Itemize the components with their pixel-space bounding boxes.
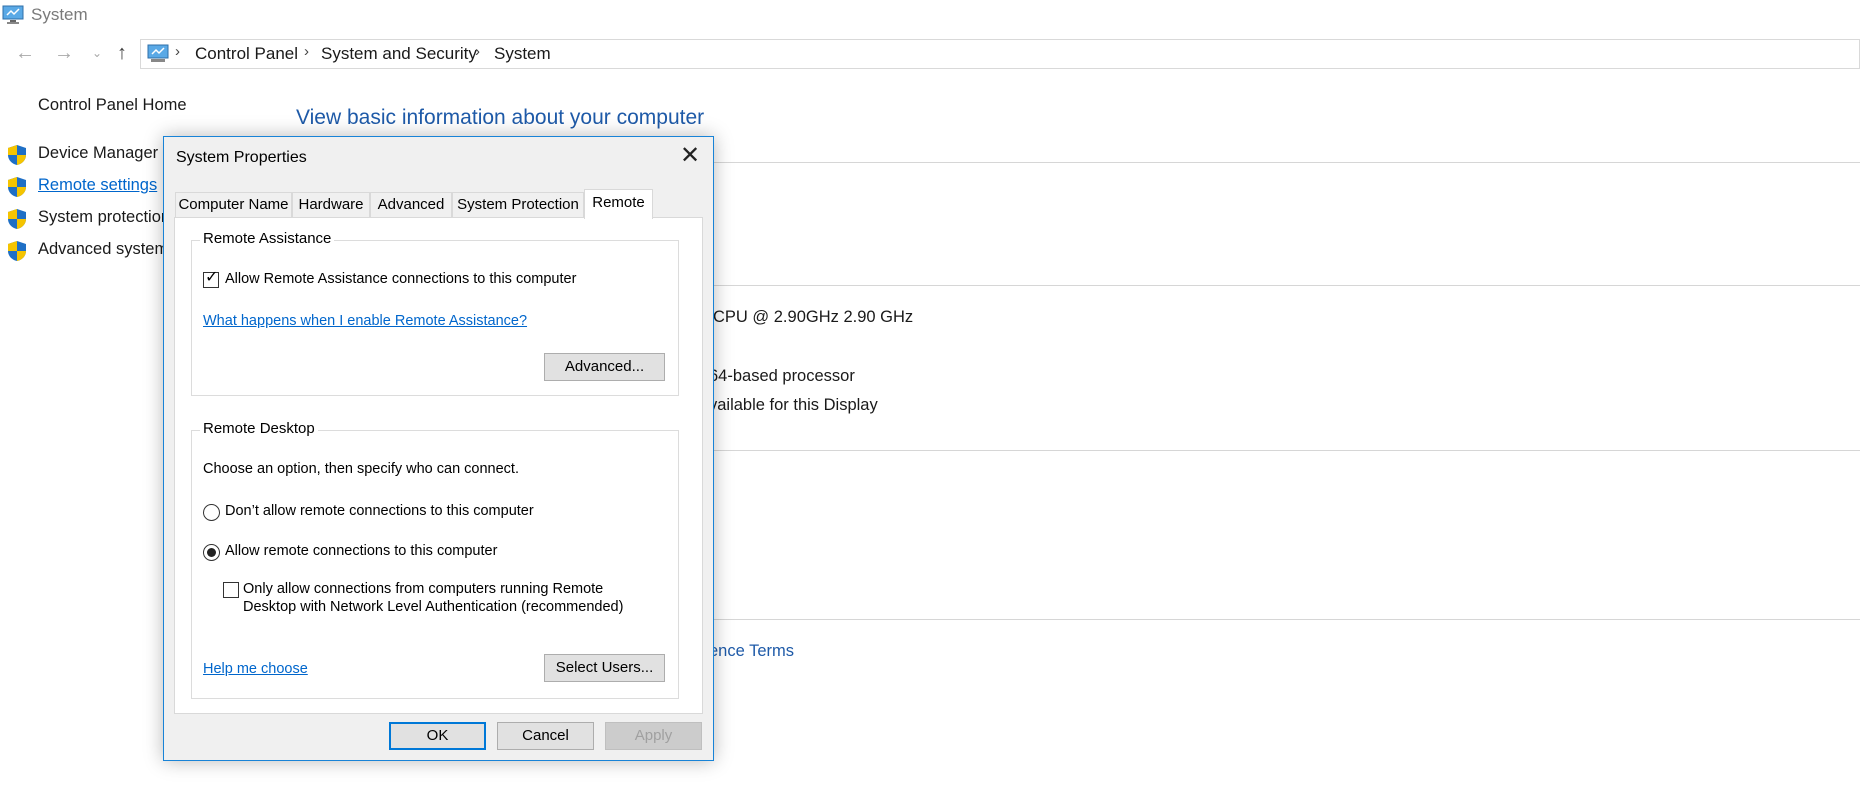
dialog-title: System Properties <box>176 149 307 166</box>
remote-assistance-group: Remote Assistance ✓ Allow Remote Assista… <box>191 230 679 396</box>
tab-system-protection[interactable]: System Protection <box>452 192 584 218</box>
sidebar-item-remote-settings[interactable]: Remote settings <box>0 173 170 199</box>
sidebar-item-label: Remote settings <box>38 176 158 194</box>
radio-selected-dot <box>207 548 216 557</box>
nla-only-checkbox[interactable]: Only allow connections from computers ru… <box>223 579 663 619</box>
shield-icon <box>8 209 26 229</box>
computer-icon <box>2 5 24 24</box>
system-type-value: 64-based processor <box>709 367 855 385</box>
radio-label: Allow remote connections to this compute… <box>225 543 498 559</box>
sidebar-item-advanced-system[interactable]: Advanced system <box>0 237 170 263</box>
breadcrumb-control-panel[interactable]: Control Panel <box>195 44 298 64</box>
group-title: Remote Assistance <box>200 230 335 247</box>
chevron-right-icon[interactable]: › <box>475 43 480 60</box>
dont-allow-remote-radio[interactable]: Don’t allow remote connections to this c… <box>203 501 663 523</box>
forward-arrow-icon[interactable]: → <box>52 43 76 65</box>
processor-value: CPU @ 2.90GHz 2.90 GHz <box>713 308 914 326</box>
pen-touch-value: vailable for this Display <box>709 396 878 414</box>
select-users-button[interactable]: Select Users... <box>544 654 665 682</box>
sidebar-item-label: Device Manager <box>38 144 159 162</box>
license-terms-link[interactable]: ence Terms <box>709 642 794 661</box>
page-title: View basic information about your comput… <box>296 106 705 129</box>
checkbox-label-line2: Desktop with Network Level Authenticatio… <box>243 599 624 615</box>
cancel-button[interactable]: Cancel <box>497 722 594 750</box>
ok-button[interactable]: OK <box>389 722 486 750</box>
help-me-choose-link[interactable]: Help me choose <box>203 661 308 677</box>
remote-desktop-instruction: Choose an option, then specify who can c… <box>203 461 519 477</box>
tab-remote[interactable]: Remote <box>584 189 653 219</box>
radio-button[interactable] <box>203 504 220 521</box>
recent-locations-chevron-icon[interactable]: ⌄ <box>85 43 109 65</box>
advanced-button[interactable]: Advanced... <box>544 353 665 381</box>
system-properties-dialog: System Properties ✕ Computer Name Hardwa… <box>163 136 714 761</box>
checkbox-label-line1: Only allow connections from computers ru… <box>243 581 604 597</box>
radio-label: Don’t allow remote connections to this c… <box>225 503 534 519</box>
remote-assistance-help-link[interactable]: What happens when I enable Remote Assist… <box>203 313 527 329</box>
checkbox[interactable]: ✓ <box>203 269 219 288</box>
chevron-right-icon[interactable]: › <box>304 43 309 60</box>
back-arrow-icon[interactable]: ← <box>13 43 37 65</box>
sidebar-item-device-manager[interactable]: Device Manager <box>0 141 170 167</box>
shield-icon <box>8 145 26 165</box>
sidebar-item-label: System protection <box>38 208 171 226</box>
address-bar[interactable]: › Control Panel › System and Security › … <box>140 39 1860 69</box>
checkmark-icon: ✓ <box>205 269 219 286</box>
shield-icon <box>8 241 26 261</box>
tab-advanced[interactable]: Advanced <box>370 192 452 218</box>
shield-icon <box>8 177 26 197</box>
allow-remote-radio[interactable]: Allow remote connections to this compute… <box>203 541 663 563</box>
sidebar-item-system-protection[interactable]: System protection <box>0 205 170 231</box>
checkbox[interactable] <box>223 582 239 598</box>
control-panel-icon <box>147 44 169 62</box>
tab-hardware[interactable]: Hardware <box>292 192 370 218</box>
chevron-right-icon: › <box>175 43 180 60</box>
remote-tab-panel: Remote Assistance ✓ Allow Remote Assista… <box>174 217 703 714</box>
group-title: Remote Desktop <box>200 420 318 437</box>
close-icon[interactable]: ✕ <box>675 143 705 171</box>
tab-computer-name[interactable]: Computer Name <box>175 192 292 218</box>
up-arrow-icon[interactable]: ↑ <box>110 43 134 65</box>
breadcrumb-system-and-security[interactable]: System and Security <box>321 44 477 64</box>
sidebar-item-label: Advanced system <box>38 240 169 258</box>
radio-button[interactable] <box>203 544 220 561</box>
control-panel-home-link[interactable]: Control Panel Home <box>38 96 187 115</box>
remote-desktop-group: Remote Desktop Choose an option, then sp… <box>191 420 679 699</box>
breadcrumb-system[interactable]: System <box>494 44 551 64</box>
apply-button[interactable]: Apply <box>605 722 702 750</box>
title-bar: System <box>0 0 1860 34</box>
allow-remote-assistance-checkbox[interactable]: ✓ Allow Remote Assistance connections to… <box>203 269 663 291</box>
window-title: System <box>31 5 88 24</box>
checkbox-label: Allow Remote Assistance connections to t… <box>225 271 577 287</box>
